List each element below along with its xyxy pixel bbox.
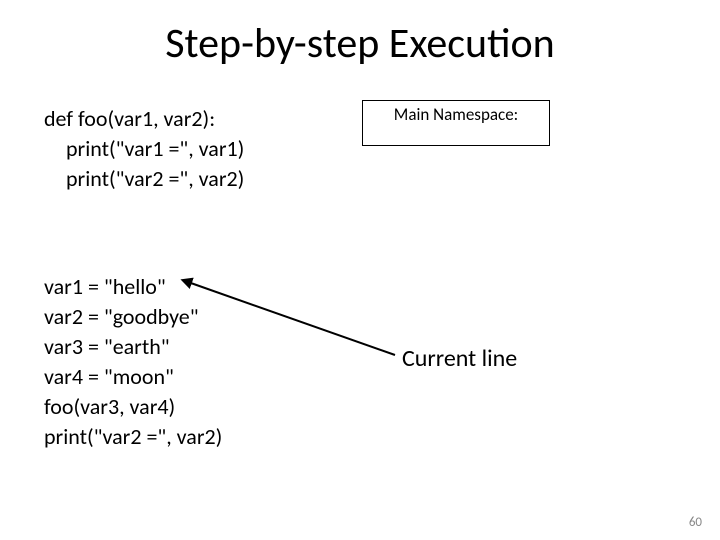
code-line: print("var2 =", var2) — [44, 423, 222, 450]
slide-title: Step-by-step Execution — [0, 18, 720, 69]
code-main-body: var1 = "hello" var2 = "goodbye" var3 = "… — [44, 272, 222, 452]
slide: Step-by-step Execution def foo(var1, var… — [0, 0, 720, 540]
code-function-def: def foo(var1, var2): print("var1 =", var… — [44, 104, 244, 194]
code-line: print("var1 =", var1) — [44, 134, 244, 164]
namespace-box: Main Namespace: — [362, 100, 550, 146]
namespace-label: Main Namespace: — [394, 104, 518, 125]
page-number: 60 — [689, 515, 702, 530]
code-line: var4 = "moon" — [44, 363, 174, 390]
code-line: var1 = "hello" — [44, 273, 166, 300]
code-line: def foo(var1, var2): — [44, 105, 215, 132]
code-line: foo(var3, var4) — [44, 393, 175, 420]
code-line: print("var2 =", var2) — [44, 164, 244, 194]
code-line: var3 = "earth" — [44, 333, 170, 360]
code-line: var2 = "goodbye" — [44, 303, 199, 330]
current-line-label: Current line — [402, 344, 517, 373]
